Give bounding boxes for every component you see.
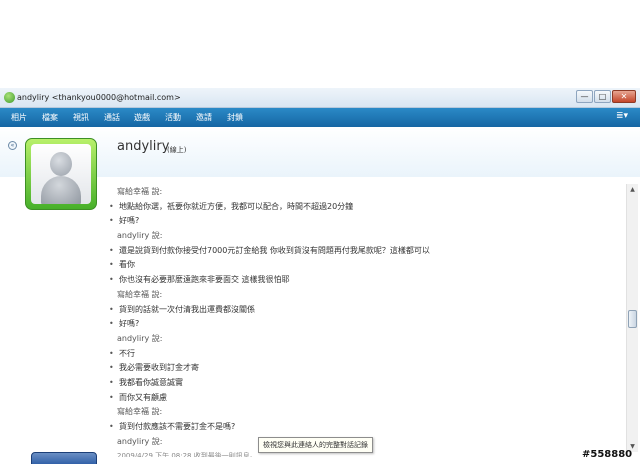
menu-item-files[interactable]: 檔案 xyxy=(42,112,58,123)
own-avatar[interactable] xyxy=(31,452,97,464)
message-line: 好嗎? xyxy=(105,317,625,332)
scroll-thumb[interactable] xyxy=(628,310,637,328)
menu-item-invite[interactable]: 邀請 xyxy=(196,112,212,123)
conversation-history: 寫給幸福 說: 地點給你選，祇要你就近方便，我都可以配合，時間不超過20分鐘好嗎?… xyxy=(105,185,625,457)
message-sender: 寫給幸福 說: xyxy=(117,187,163,196)
menu-item-activities[interactable]: 活動 xyxy=(165,112,181,123)
collapse-circle-icon[interactable]: « xyxy=(8,141,17,150)
contact-status: (線上) xyxy=(167,146,187,154)
menu-item-block[interactable]: 封鎖 xyxy=(227,112,243,123)
title-bar[interactable]: andyliry <thankyou0000@hotmail.com> — □ … xyxy=(0,88,640,108)
message-line: 看你 xyxy=(105,258,625,273)
minimize-button[interactable]: — xyxy=(576,90,593,103)
window-controls: — □ ✕ xyxy=(576,90,636,103)
message-sender: andyliry 說: xyxy=(117,231,163,241)
message-line: 貨到付款應該不需要訂金不是嗎? xyxy=(105,420,625,435)
close-button[interactable]: ✕ xyxy=(612,90,636,103)
conversation-scrollbar[interactable]: ▲ ▼ xyxy=(626,184,638,452)
message-sender: 寫給幸福 說: xyxy=(117,289,163,299)
message-line: 我必需要收到訂金才寄 xyxy=(105,361,625,376)
maximize-button[interactable]: □ xyxy=(594,90,611,103)
contact-avatar[interactable] xyxy=(25,138,97,210)
chat-window: andyliry <thankyou0000@hotmail.com> — □ … xyxy=(0,88,640,464)
message-line: 我都看你誠意誠實 xyxy=(105,376,625,391)
menu-item-video[interactable]: 視訊 xyxy=(73,112,89,123)
message-sender: 寫給幸福 說: xyxy=(117,407,163,417)
menu-item-games[interactable]: 遊戲 xyxy=(134,112,150,123)
watermark: #558880 xyxy=(582,449,633,460)
message-line: 好嗎? xyxy=(105,214,625,229)
message-line: 地點給你選，祇要你就近方便，我都可以配合，時間不超過20分鐘 xyxy=(105,200,625,215)
scroll-up-arrow-icon[interactable]: ▲ xyxy=(627,184,638,195)
menu-item-call[interactable]: 通話 xyxy=(104,112,120,123)
default-user-icon xyxy=(31,144,91,204)
messenger-icon xyxy=(4,92,15,103)
message-line: 你也沒有必要那麼遠跑來非要面交 這樣我很怕耶 xyxy=(105,273,625,288)
message-line: 不行 xyxy=(105,347,625,362)
message-sender: andyliry 說: xyxy=(117,333,163,343)
menu-options-icon[interactable]: ≣▾ xyxy=(616,111,628,121)
window-title: andyliry <thankyou0000@hotmail.com> xyxy=(17,93,181,102)
menu-item-photos[interactable]: 相片 xyxy=(11,112,27,123)
message-line: 而你又有顧慮 xyxy=(105,391,625,406)
history-tooltip: 檢視您與此連絡人的完整對話記錄 xyxy=(258,437,373,453)
action-menubar: 相片 檔案 視訊 通話 遊戲 活動 邀請 封鎖 ≣▾ xyxy=(0,108,640,127)
message-line: 還是說貨到付款你接受付7000元訂金給我 你收到貨沒有問題再付我尾款呢？這樣都可… xyxy=(105,244,625,259)
contact-name: andyliry xyxy=(117,139,170,154)
message-line: 貨到的話就一次付清我出運費都沒關係 xyxy=(105,303,625,318)
